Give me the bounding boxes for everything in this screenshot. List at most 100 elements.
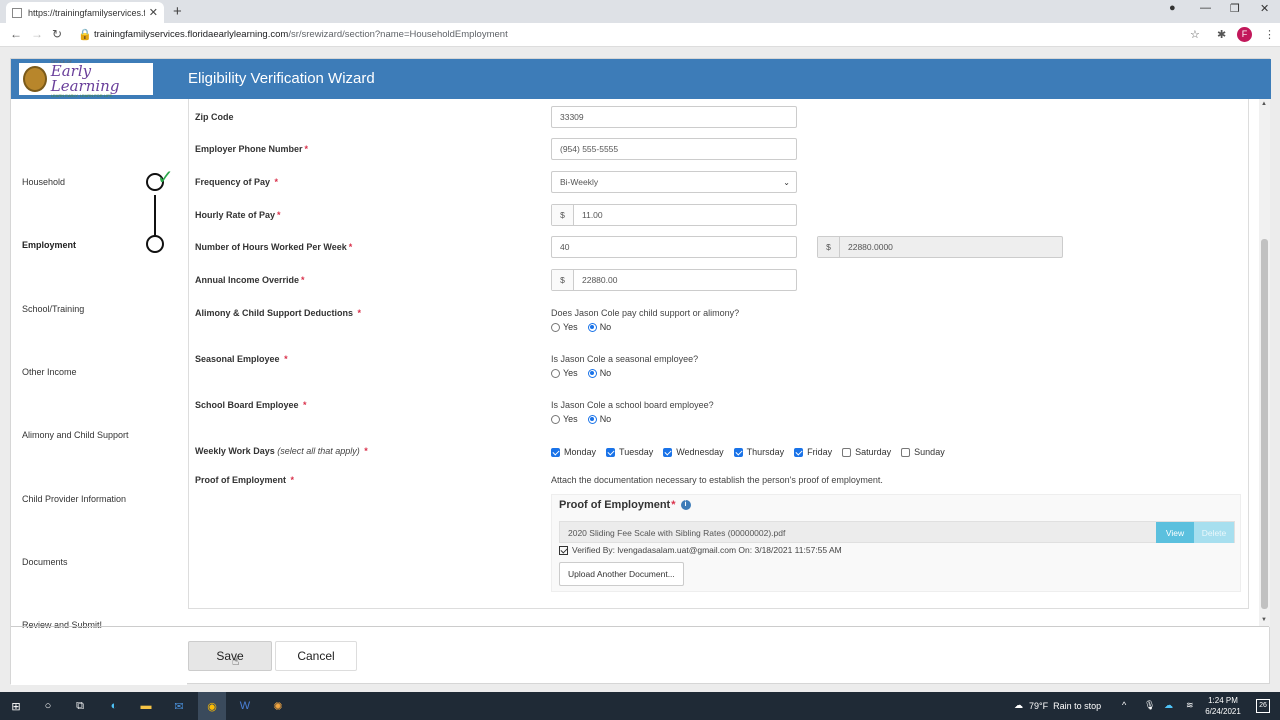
- close-window-icon[interactable]: ✕: [1260, 2, 1269, 15]
- annual-income-override-input[interactable]: $ 22880.00: [551, 269, 797, 291]
- app-icon[interactable]: ✺: [270, 698, 286, 714]
- checkbox-checked[interactable]: [551, 447, 560, 457]
- url-path: /sr/srewizard/section?name=HouseholdEmpl…: [288, 29, 508, 40]
- step-other-income[interactable]: Other Income: [22, 367, 77, 377]
- school-board-no-option[interactable]: No: [587, 414, 611, 424]
- employer-phone-input[interactable]: (954) 555-5555: [551, 138, 797, 160]
- search-icon[interactable]: ○: [40, 698, 56, 714]
- scroll-thumb[interactable]: [1261, 239, 1268, 609]
- delete-document-button[interactable]: Delete: [1194, 522, 1234, 543]
- seasonal-no-option[interactable]: No: [587, 368, 611, 378]
- wizard-title: Eligibility Verification Wizard: [188, 70, 375, 87]
- step-alimony-child-support[interactable]: Alimony and Child Support: [22, 430, 129, 440]
- seasonal-yes-option[interactable]: Yes: [551, 368, 578, 378]
- alimony-no-option[interactable]: No: [587, 322, 611, 332]
- alimony-question: Does Jason Cole pay child support or ali…: [551, 308, 740, 318]
- edge-browser-icon[interactable]: ◐: [106, 698, 122, 714]
- alimony-yes-option[interactable]: Yes: [551, 322, 578, 332]
- seasonal-question: Is Jason Cole a seasonal employee?: [551, 354, 699, 364]
- view-document-button[interactable]: View: [1156, 522, 1194, 543]
- step-household[interactable]: Household: [22, 177, 65, 187]
- radio-no-selected[interactable]: [587, 322, 597, 332]
- profile-avatar[interactable]: F: [1237, 27, 1252, 42]
- hourly-rate-input[interactable]: $ 11.00: [551, 204, 797, 226]
- scroll-down-icon[interactable]: ▼: [1261, 617, 1267, 623]
- browser-tab[interactable]: https://trainingfamilyservices.flo ✕: [6, 2, 164, 23]
- profile-menu-icon[interactable]: ●: [1169, 2, 1176, 14]
- step-school-training[interactable]: School/Training: [22, 304, 84, 314]
- step-employment[interactable]: Employment: [22, 240, 76, 250]
- day-saturday[interactable]: Saturday: [842, 447, 891, 457]
- checkbox-unchecked[interactable]: [901, 447, 911, 457]
- computed-annual-income-field: $ 22880.0000: [817, 236, 1063, 258]
- weekly-work-days-group: Monday Tuesday Wednesday Thursday Friday…: [551, 447, 955, 457]
- outlook-icon[interactable]: ✉: [171, 698, 187, 714]
- extensions-puzzle-icon[interactable]: ✱: [1217, 28, 1226, 41]
- radio-yes[interactable]: [551, 414, 560, 424]
- day-sunday[interactable]: Sunday: [901, 447, 945, 457]
- step-review-submit[interactable]: Review and Submit!: [22, 620, 102, 630]
- weather-widget[interactable]: ☁ 79°F Rain to stop: [1014, 700, 1101, 711]
- dollar-addon: $: [552, 270, 574, 290]
- new-tab-icon[interactable]: +: [173, 3, 182, 20]
- save-button[interactable]: Save: [188, 641, 272, 671]
- checkbox-checked[interactable]: [733, 447, 743, 457]
- system-clock[interactable]: 1:24 PM 6/24/2021: [1200, 695, 1246, 717]
- minimize-icon[interactable]: —: [1200, 2, 1211, 14]
- tray-chevron-up-icon[interactable]: ^: [1122, 700, 1126, 710]
- verified-status: Verified By: lvengadasalam.uat@gmail.com…: [559, 545, 842, 555]
- windows-start-icon[interactable]: ⊞: [8, 698, 24, 714]
- task-view-icon[interactable]: ⧉: [72, 698, 88, 714]
- hours-worked-input[interactable]: 40: [551, 236, 797, 258]
- reload-icon[interactable]: ↻: [52, 27, 62, 41]
- step-documents[interactable]: Documents: [22, 557, 68, 567]
- radio-no-selected[interactable]: [587, 368, 597, 378]
- close-tab-icon[interactable]: ✕: [149, 6, 158, 19]
- day-wednesday[interactable]: Wednesday: [663, 447, 724, 457]
- browser-menu-icon[interactable]: ⋮: [1264, 28, 1275, 41]
- restore-icon[interactable]: ❐: [1230, 2, 1240, 15]
- radio-yes[interactable]: [551, 368, 560, 378]
- scroll-up-icon[interactable]: ▲: [1261, 101, 1267, 107]
- info-icon[interactable]: i: [680, 500, 691, 510]
- checkbox-checked[interactable]: [794, 447, 804, 457]
- checkbox-checked[interactable]: [606, 447, 616, 457]
- lock-icon[interactable]: 🔒: [78, 28, 92, 41]
- proof-instructions: Attach the documentation necessary to es…: [551, 475, 883, 485]
- radio-yes[interactable]: [551, 322, 560, 332]
- file-explorer-icon[interactable]: ▬: [138, 698, 154, 714]
- notifications-badge[interactable]: 26: [1256, 699, 1270, 713]
- radio-no-selected[interactable]: [587, 414, 597, 424]
- frequency-of-pay-select[interactable]: Bi-Weekly ⌄: [551, 171, 797, 193]
- windows-taskbar: ⊞ ○ ⧉ ◐ ▬ ✉ ◉ W ✺ ☁ 79°F Rain to stop ^ …: [0, 692, 1280, 720]
- chrome-icon[interactable]: ◉: [204, 698, 220, 714]
- onedrive-icon[interactable]: ☁: [1164, 700, 1173, 711]
- day-thursday[interactable]: Thursday: [733, 447, 784, 457]
- alimony-radio-group: Yes No: [551, 322, 621, 332]
- checkbox-checked[interactable]: [663, 447, 673, 457]
- upload-another-document-button[interactable]: Upload Another Document...: [559, 562, 684, 586]
- wifi-icon[interactable]: ≋: [1186, 700, 1194, 711]
- proof-of-employment-label: Proof of Employment *: [195, 475, 295, 485]
- dollar-addon: $: [552, 205, 574, 225]
- school-board-yes-option[interactable]: Yes: [551, 414, 578, 424]
- word-icon[interactable]: W: [237, 698, 253, 714]
- microphone-icon[interactable]: 🎙: [1144, 700, 1155, 711]
- forward-arrow-icon[interactable]: →: [31, 27, 43, 41]
- day-tuesday[interactable]: Tuesday: [606, 447, 653, 457]
- day-friday[interactable]: Friday: [794, 447, 832, 457]
- bookmark-star-icon[interactable]: ☆: [1190, 28, 1200, 41]
- employer-phone-label: Employer Phone Number *: [195, 144, 309, 154]
- wizard-steps-sidebar: Household Employment School/Training Oth…: [11, 99, 187, 685]
- weekly-work-days-label: Weekly Work Days (select all that apply)…: [195, 446, 368, 456]
- checkbox-unchecked[interactable]: [842, 447, 852, 457]
- dollar-addon: $: [818, 237, 840, 257]
- day-monday[interactable]: Monday: [551, 447, 596, 457]
- step-child-provider-information[interactable]: Child Provider Information: [22, 494, 126, 504]
- zip-code-input[interactable]: 33309: [551, 106, 797, 128]
- url-field[interactable]: trainingfamilyservices.floridaearlylearn…: [94, 29, 508, 40]
- cancel-button[interactable]: Cancel: [275, 641, 357, 671]
- back-arrow-icon[interactable]: ←: [10, 27, 22, 41]
- form-scrollbar[interactable]: ▲ ▼: [1259, 99, 1270, 627]
- wizard-container: OFFICE OF Early Learning LEARN EARLY. LE…: [10, 58, 1271, 685]
